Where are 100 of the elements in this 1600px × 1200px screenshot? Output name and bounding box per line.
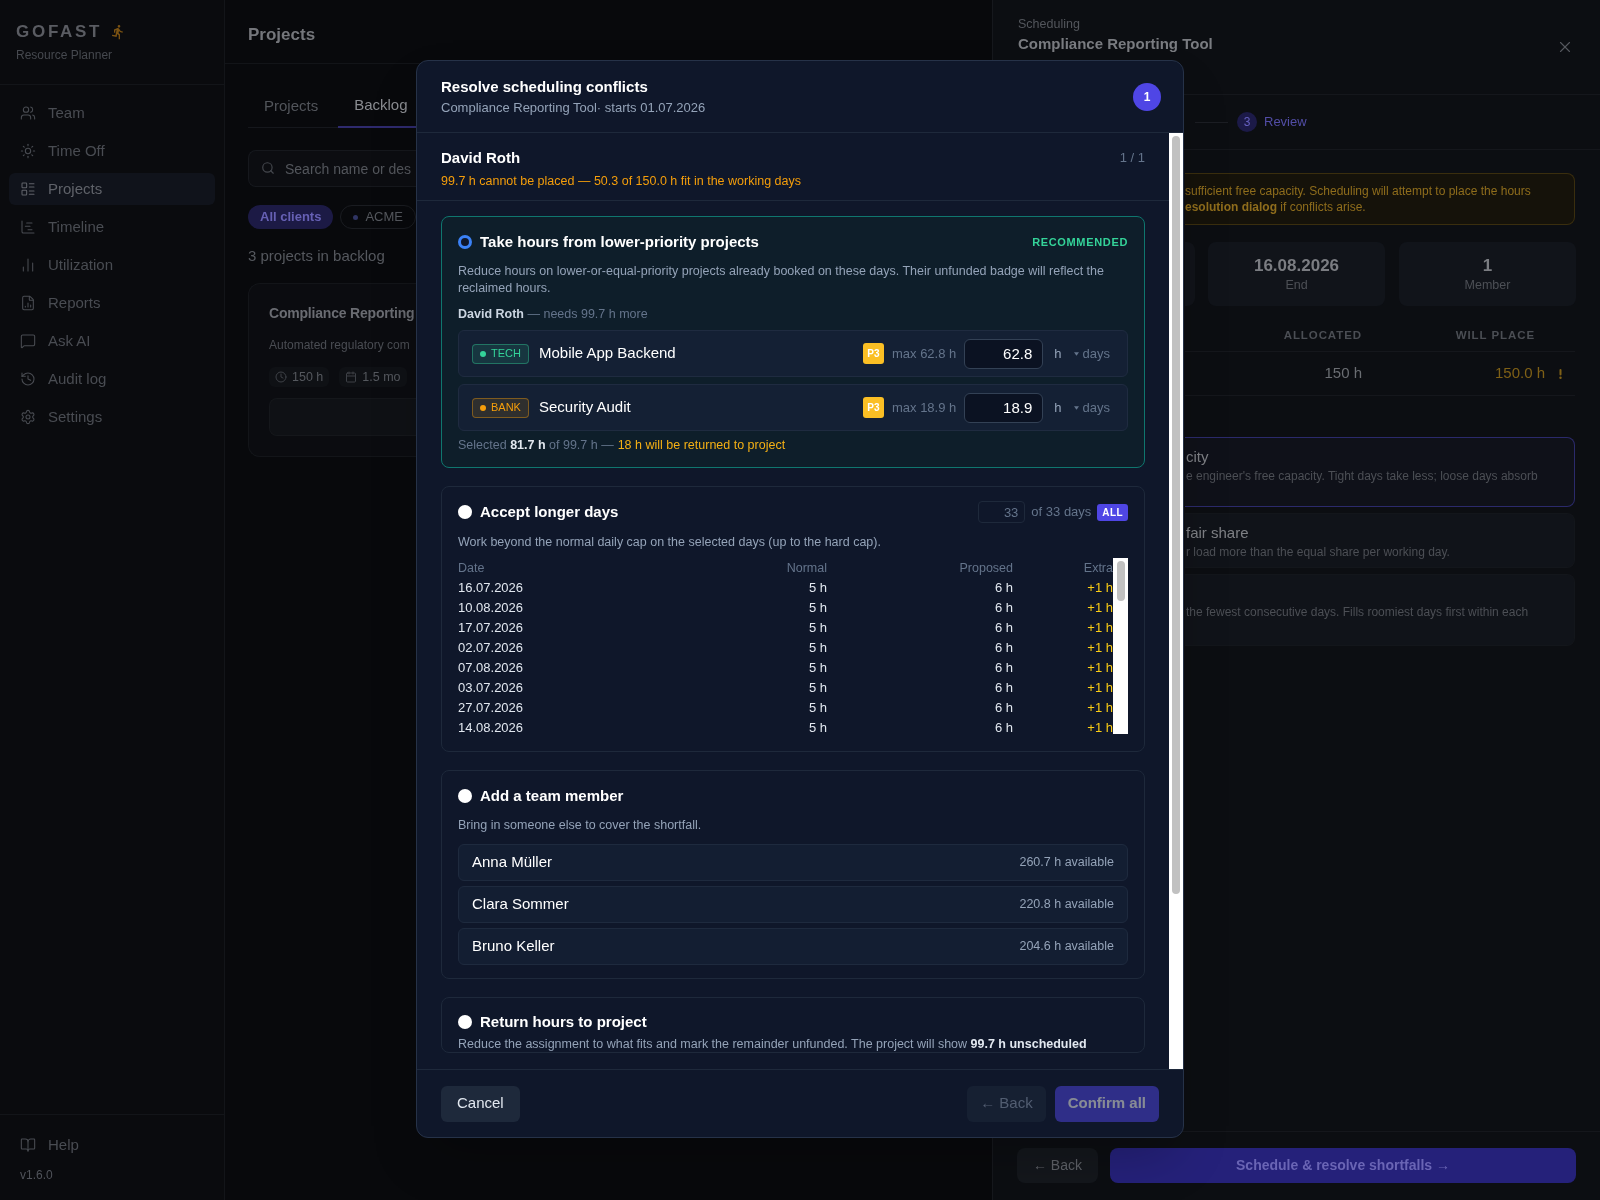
- strategy-option[interactable]: the fewest consecutive days. Fills roomiest days first within each: [1185, 574, 1575, 646]
- radio-button[interactable]: [458, 235, 472, 249]
- stat-label: End: [1285, 277, 1308, 293]
- bar-chart-icon: [20, 257, 36, 273]
- table-cell-text: 10.08.2026: [458, 599, 525, 618]
- member-name: David Roth: [441, 147, 521, 168]
- radio-button[interactable]: [458, 1015, 472, 1029]
- table-cell-text: 02.07.2026: [458, 639, 525, 658]
- table-cell-text: 5 h: [807, 659, 827, 678]
- settings-icon: [20, 409, 36, 425]
- max-hours: max 18.9 h: [891, 398, 957, 417]
- dialog-title: Resolve scheduling conflicts: [441, 76, 649, 97]
- nav-item[interactable]: Ask AI: [9, 325, 215, 357]
- option-title: Add a team member: [480, 785, 624, 806]
- help-link[interactable]: Help: [20, 1135, 79, 1155]
- option-card[interactable]: Add a team member Bring in someone else to cover the shortfall. Anna Müller 260.7 h available Clara Sommer 220.8 h available Bruno Keller 204.6 h available: [441, 770, 1145, 979]
- scrollbar[interactable]: [1113, 558, 1128, 734]
- return-note: 18 h will be returned to project: [617, 437, 786, 454]
- history-icon: [20, 371, 36, 387]
- shortfall-message: 99.7 h cannot be placed — 50.3 of 150.0 h fit in the working days: [441, 173, 802, 190]
- column-header: WILL PLACE: [1454, 327, 1535, 343]
- days-input[interactable]: 33: [978, 501, 1026, 523]
- caret-icon: [1073, 405, 1079, 410]
- strategy-option[interactable]: city e engineer's free capacity. Tight days take less; loose days absorb: [1185, 437, 1575, 507]
- shortfall-note: David Roth — needs 99.7 h more: [458, 306, 649, 323]
- available-hours: 220.8 h available: [1019, 896, 1114, 914]
- table-cell-text: 6 h: [993, 599, 1013, 618]
- table-cell-text: 5 h: [807, 719, 827, 738]
- conflict-count: 1: [1133, 82, 1161, 111]
- caret-icon: [1073, 351, 1079, 356]
- nav-item[interactable]: Projects: [9, 173, 215, 205]
- cancel-button[interactable]: Cancel: [441, 1085, 520, 1122]
- chat-bubble-icon: [20, 333, 36, 349]
- column-header: Proposed: [958, 559, 1013, 577]
- tab[interactable]: Projects: [248, 84, 339, 128]
- option-card[interactable]: Return hours to project Reduce the assignment to what fits and mark the remainder unfunded. The project will show 99.7 h unscheduled: [441, 997, 1145, 1053]
- nav-item[interactable]: Utilization: [9, 249, 215, 281]
- table-cell-text: 150 h: [1323, 363, 1362, 384]
- radio-button[interactable]: [458, 505, 472, 519]
- strategy-title: city: [1186, 447, 1210, 467]
- back-button[interactable]: ← Back: [1017, 1148, 1098, 1183]
- clock-icon: [275, 371, 287, 383]
- notice-text: sufficient free capacity. Scheduling will attempt to place the hours: [1185, 183, 1532, 199]
- table-cell-text: +1 h: [1086, 579, 1113, 598]
- radio-button[interactable]: [458, 789, 472, 803]
- member-name: Anna Müller: [472, 852, 553, 873]
- nav-item[interactable]: Time Off: [9, 135, 215, 167]
- member-name: Clara Sommer: [472, 894, 569, 915]
- table-cell-text: +1 h: [1086, 699, 1113, 718]
- table-cell-text: 150.0 h: [1493, 363, 1545, 384]
- option-card[interactable]: [441, 216, 1145, 468]
- table-cell-text: 07.08.2026: [458, 659, 525, 678]
- tag-label: BANK: [491, 400, 521, 416]
- version-label: v1.6.0: [20, 1167, 54, 1183]
- nav-item[interactable]: Team: [9, 97, 215, 129]
- table-cell-text: +1 h: [1086, 679, 1113, 698]
- hours-input[interactable]: 18.9: [964, 392, 1044, 423]
- member-row[interactable]: Bruno Keller 204.6 h available: [458, 928, 1128, 965]
- schedule-button[interactable]: Schedule & resolve shortfalls →: [1110, 1148, 1576, 1183]
- table-cell-text: +1 h: [1086, 599, 1113, 618]
- nav-item[interactable]: Audit log: [9, 363, 215, 395]
- project-name: Mobile App Backend: [538, 343, 676, 364]
- table-cell-text: 16.07.2026: [458, 579, 525, 598]
- nav-item[interactable]: Timeline: [9, 211, 215, 243]
- days-toggle[interactable]: days: [1073, 397, 1110, 418]
- column-header: ALLOCATED: [1282, 327, 1362, 343]
- table-cell-text: 5 h: [807, 619, 827, 638]
- selection-summary: Selected 81.7 h of 99.7 h —: [458, 437, 614, 454]
- panel-eyebrow: Scheduling: [1018, 16, 1081, 32]
- available-hours: 260.7 h available: [1019, 854, 1114, 872]
- search-field[interactable]: Search name or des: [248, 150, 416, 187]
- tag-label: TECH: [491, 346, 521, 362]
- option-description: Bring in someone else to cover the shortfall.: [458, 817, 703, 834]
- select-all-button[interactable]: ALL: [1097, 503, 1128, 521]
- table-cell-text: 6 h: [993, 579, 1013, 598]
- hours-input[interactable]: 62.8: [964, 338, 1044, 369]
- app-subtitle: Resource Planner: [16, 47, 114, 63]
- member-row[interactable]: Clara Sommer 220.8 h available: [458, 886, 1128, 923]
- member-row[interactable]: Anna Müller 260.7 h available: [458, 844, 1128, 881]
- calendar-icon: [345, 371, 358, 383]
- stat-card: [1185, 242, 1195, 306]
- table-cell-text: 03.07.2026: [458, 679, 525, 698]
- project-description: Automated regulatory com: [269, 337, 410, 354]
- table-cell-text: 6 h: [993, 659, 1013, 678]
- option-description: Work beyond the normal daily cap on the selected days (up to the hard cap).: [458, 534, 882, 551]
- client-filter[interactable]: All clients: [248, 205, 334, 229]
- table-cell-text: 17.07.2026: [458, 619, 525, 638]
- table-cell-text: +1 h: [1086, 619, 1113, 638]
- nav-item[interactable]: Reports: [9, 287, 215, 319]
- days-toggle[interactable]: days: [1073, 343, 1110, 364]
- table-cell-text: +1 h: [1086, 719, 1113, 738]
- stat-label: 150 h: [292, 368, 324, 386]
- option-card[interactable]: [441, 486, 1145, 752]
- table-cell-text: 5 h: [807, 679, 827, 698]
- scrollbar[interactable]: [1169, 133, 1183, 1069]
- column-header: Date: [458, 559, 486, 577]
- nav-item[interactable]: Settings: [9, 401, 215, 433]
- table-cell-text: 6 h: [993, 619, 1013, 638]
- project-name: Security Audit: [538, 397, 631, 418]
- gantt-chart-icon: [20, 219, 36, 235]
